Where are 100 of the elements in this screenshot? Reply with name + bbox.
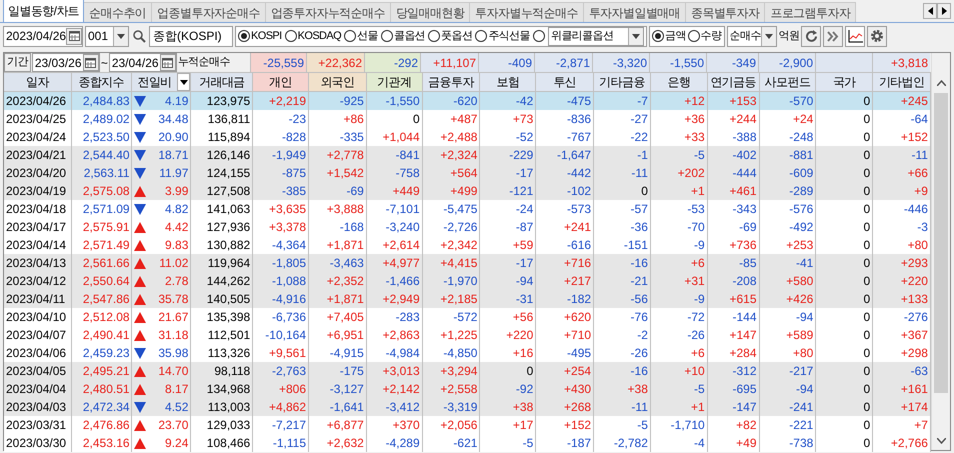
column-header[interactable]: 은행 xyxy=(650,73,708,91)
refresh-button[interactable] xyxy=(801,26,822,46)
table-row[interactable]: 2023/04/20 2,563.11 11.97 124,155 -875 +1,542 -758 +564 -17 -442 -11 +202 -444 -609 0 +66 xyxy=(4,164,931,182)
mode-dropdown[interactable]: 순매수 xyxy=(726,26,777,46)
table-row[interactable]: 2023/04/11 2,547.86 35.78 140,505 -4,916 +1,871 +2,949 +2,185 -31 -182 -56 -9 +615 +426 0 +133 xyxy=(4,290,931,308)
tab[interactable]: 업종별투자자순매수 xyxy=(152,2,266,22)
value-cell-text: -609 xyxy=(789,165,814,182)
name-field[interactable]: 종합(KOSPI) xyxy=(149,26,233,46)
dropdown-caret-icon[interactable] xyxy=(628,28,643,44)
tab[interactable]: 순매수추이 xyxy=(84,2,152,22)
table-row[interactable]: 2023/04/06 2,459.23 35.98 113,326 +9,561 -4,915 -4,984 -4,850 +16 -495 -26 +6 +284 +80 0 +298 xyxy=(4,344,931,362)
table-row[interactable]: 2023/04/04 2,480.51 8.17 134,968 +806 -3,127 +2,142 +2,558 -92 +430 +38 -5 -695 -94 0 +161 xyxy=(4,380,931,398)
radio-label[interactable]: KOSPI xyxy=(251,28,282,44)
column-header[interactable]: 보험 xyxy=(480,73,536,91)
tab[interactable]: 투자자별일별매매 xyxy=(584,2,686,22)
value-cell-text: +284 xyxy=(729,345,757,362)
tab[interactable]: 당일매매현황 xyxy=(390,2,470,22)
change-cell-text: 11.97 xyxy=(159,165,188,182)
column-header[interactable]: 기관계 xyxy=(366,73,423,91)
tab[interactable]: 프로그램투자자 xyxy=(765,2,856,22)
settings-icon xyxy=(870,29,884,43)
radio-button[interactable] xyxy=(428,30,440,42)
column-header[interactable]: 거래대금 xyxy=(191,73,254,91)
table-row[interactable]: 2023/04/07 2,490.41 31.18 112,501 -10,164 +6,951 +2,863 +1,225 +220 +710 -2 -26 +147 +589 0 +367 xyxy=(4,326,931,344)
column-header[interactable]: 기타법인 xyxy=(873,73,931,91)
code-dropdown[interactable]: 001 xyxy=(85,26,129,46)
table-row[interactable]: 2023/04/03 2,472.34 4.52 113,003 +4,862 -1,641 -3,412 -3,319 +38 +268 -11 +1 -147 -241 0 +174 xyxy=(4,398,931,416)
table-row[interactable]: 2023/04/25 2,489.02 34.48 136,811 -23 +86 0 +487 +73 -836 -27 +36 +244 +24 0 -64 xyxy=(4,110,931,128)
radio-button[interactable] xyxy=(688,30,700,42)
option-dropdown[interactable]: 위클리콜옵션 xyxy=(548,26,644,46)
value-cell-text: +2,778 xyxy=(326,147,364,164)
value-cell-text: -570 xyxy=(789,93,814,110)
tab[interactable]: 종목별투자자 xyxy=(686,2,766,22)
table-row[interactable]: 2023/04/24 2,523.50 20.90 115,894 -828 -335 +1,044 +2,488 -52 -767 -22 +33 -388 -248 0 +152 xyxy=(4,128,931,146)
value-cell-text: -3,240 xyxy=(386,219,420,236)
dropdown-caret-icon[interactable] xyxy=(113,26,128,46)
table-row[interactable]: 2023/04/26 2,484.83 4.19 123,975 +2,219 -925 -1,550 -620 -42 -475 -7 +12 +153 -570 0 +245 xyxy=(4,92,931,110)
radio-label[interactable]: 주식선물 xyxy=(488,28,530,44)
double-chevron-button[interactable] xyxy=(823,26,844,46)
radio-button[interactable] xyxy=(344,30,356,42)
scroll-left-icon[interactable] xyxy=(923,3,937,19)
table-row[interactable]: 2023/04/18 2,571.09 4.82 141,063 +3,635 +3,888 -7,101 -5,475 -24 -573 -57 -53 -343 -576 0 -446 xyxy=(4,200,931,218)
column-header[interactable]: 금융투자 xyxy=(422,73,480,91)
table-row[interactable]: 2023/04/05 2,495.21 14.70 98,118 -2,763 -175 +3,013 +3,294 0 +254 -16 +10 -312 -217 0 -63 xyxy=(4,362,931,380)
radio-button[interactable] xyxy=(380,30,393,42)
radio-label[interactable]: 선물 xyxy=(357,28,378,44)
tab[interactable]: 일별동향/차트 xyxy=(3,0,84,22)
radio-label[interactable]: 금액 xyxy=(664,28,686,44)
radio-label[interactable]: 콜옵션 xyxy=(394,28,426,44)
table-row[interactable]: 2023/04/13 2,561.66 11.02 119,964 -1,805 -3,463 +4,977 +4,415 -17 +716 -16 +6 -85 -41 0 +293 xyxy=(4,254,931,272)
tab[interactable]: 업종투자자누적순매수 xyxy=(266,2,391,22)
column-header[interactable]: 개인 xyxy=(253,73,310,91)
value-cell-text: -63 xyxy=(910,363,928,380)
chart-button[interactable] xyxy=(845,26,866,46)
radio-button[interactable] xyxy=(475,30,488,42)
radio-label[interactable]: 수량 xyxy=(700,28,722,44)
scroll-right-icon[interactable] xyxy=(937,3,951,19)
column-header[interactable]: 종합지수 xyxy=(72,73,132,91)
column-header[interactable]: 일자 xyxy=(4,73,72,91)
value-cell-text: -738 xyxy=(789,435,814,452)
radio-button[interactable] xyxy=(284,30,297,42)
radio-label[interactable]: 풋옵션 xyxy=(441,28,472,44)
column-header[interactable]: 국가 xyxy=(816,73,874,91)
value-cell-text: 0 xyxy=(863,219,870,236)
column-header[interactable]: 사모펀드 xyxy=(760,73,816,91)
radio-button[interactable] xyxy=(652,30,664,42)
sort-caret-icon[interactable] xyxy=(177,73,190,91)
value-cell-text: +564 xyxy=(450,165,478,182)
radio-button[interactable] xyxy=(532,30,545,42)
change-cell-text: 4.82 xyxy=(165,201,188,218)
column-header[interactable]: 외국인 xyxy=(309,73,367,91)
value-cell-text: -4,364 xyxy=(272,237,306,254)
column-header[interactable]: 연기금등 xyxy=(708,73,760,91)
settings-button[interactable] xyxy=(867,26,888,46)
value-cell-text: 0 xyxy=(863,345,870,362)
value-cell-text: -573 xyxy=(567,201,592,218)
total-cell: -2,900 xyxy=(758,53,815,72)
table-row[interactable]: 2023/04/10 2,512.08 21.67 135,398 -6,736 +7,405 -283 -572 +56 +620 -76 -72 -144 -94 0 -276 xyxy=(4,308,931,326)
period-button[interactable]: 기간 xyxy=(4,53,31,72)
column-header[interactable]: 기타금융 xyxy=(594,73,651,91)
value-cell-text: +80 xyxy=(908,237,928,254)
table-row[interactable]: 2023/04/19 2,575.08 3.99 127,508 -385 -69 +449 +499 -121 -102 0 +1 +461 -289 0 +9 xyxy=(4,182,931,200)
index-cell-text: 2,453.16 xyxy=(82,435,130,452)
table-row[interactable]: 2023/03/30 2,453.16 9.24 108,466 -1,115 +2,632 -4,289 -621 -5 -187 -2,782 -4 +49 -738 0 +2,766 xyxy=(4,434,931,452)
table-row[interactable]: 2023/04/12 2,550.64 2.78 144,262 -1,088 +2,352 -1,466 -1,970 -94 +217 -21 +31 -208 +580 0 +220 xyxy=(4,272,931,290)
vertical-scrollbar[interactable] xyxy=(931,53,950,450)
scrollbar-thumb[interactable] xyxy=(934,93,948,393)
column-header[interactable]: 투신 xyxy=(536,73,594,91)
dropdown-caret-icon[interactable] xyxy=(760,26,776,46)
radio-label[interactable]: KOSDAQ xyxy=(298,28,342,44)
table-row[interactable]: 2023/04/21 2,544.40 18.71 126,146 -1,949 +2,778 -841 +2,324 -229 -1,647 -1 -5 -402 -881 0 -11 xyxy=(4,146,931,164)
table-row[interactable]: 2023/03/31 2,476.86 23.70 129,033 -7,217 +6,877 +370 +2,056 +17 +152 -5 -1,710 +82 -221 0 +7 xyxy=(4,416,931,434)
value-cell-text: +59 xyxy=(512,237,534,254)
value-cell-text: -4,915 xyxy=(330,345,364,362)
tab[interactable]: 투자자별누적순매수 xyxy=(470,2,584,22)
table-row[interactable]: 2023/04/14 2,571.49 9.83 130,882 -4,364 +1,871 +2,614 +2,342 +59 -616 -151 -9 +736 +253 0 +80 xyxy=(4,236,931,254)
value-cell-text: +499 xyxy=(450,183,478,200)
radio-button[interactable] xyxy=(238,30,250,42)
value-cell-text: 0 xyxy=(863,435,870,452)
table-row[interactable]: 2023/04/17 2,575.91 4.42 127,936 +3,378 -168 -3,240 -2,726 -87 +241 -36 -70 -69 -492 0 -3 xyxy=(4,218,931,236)
